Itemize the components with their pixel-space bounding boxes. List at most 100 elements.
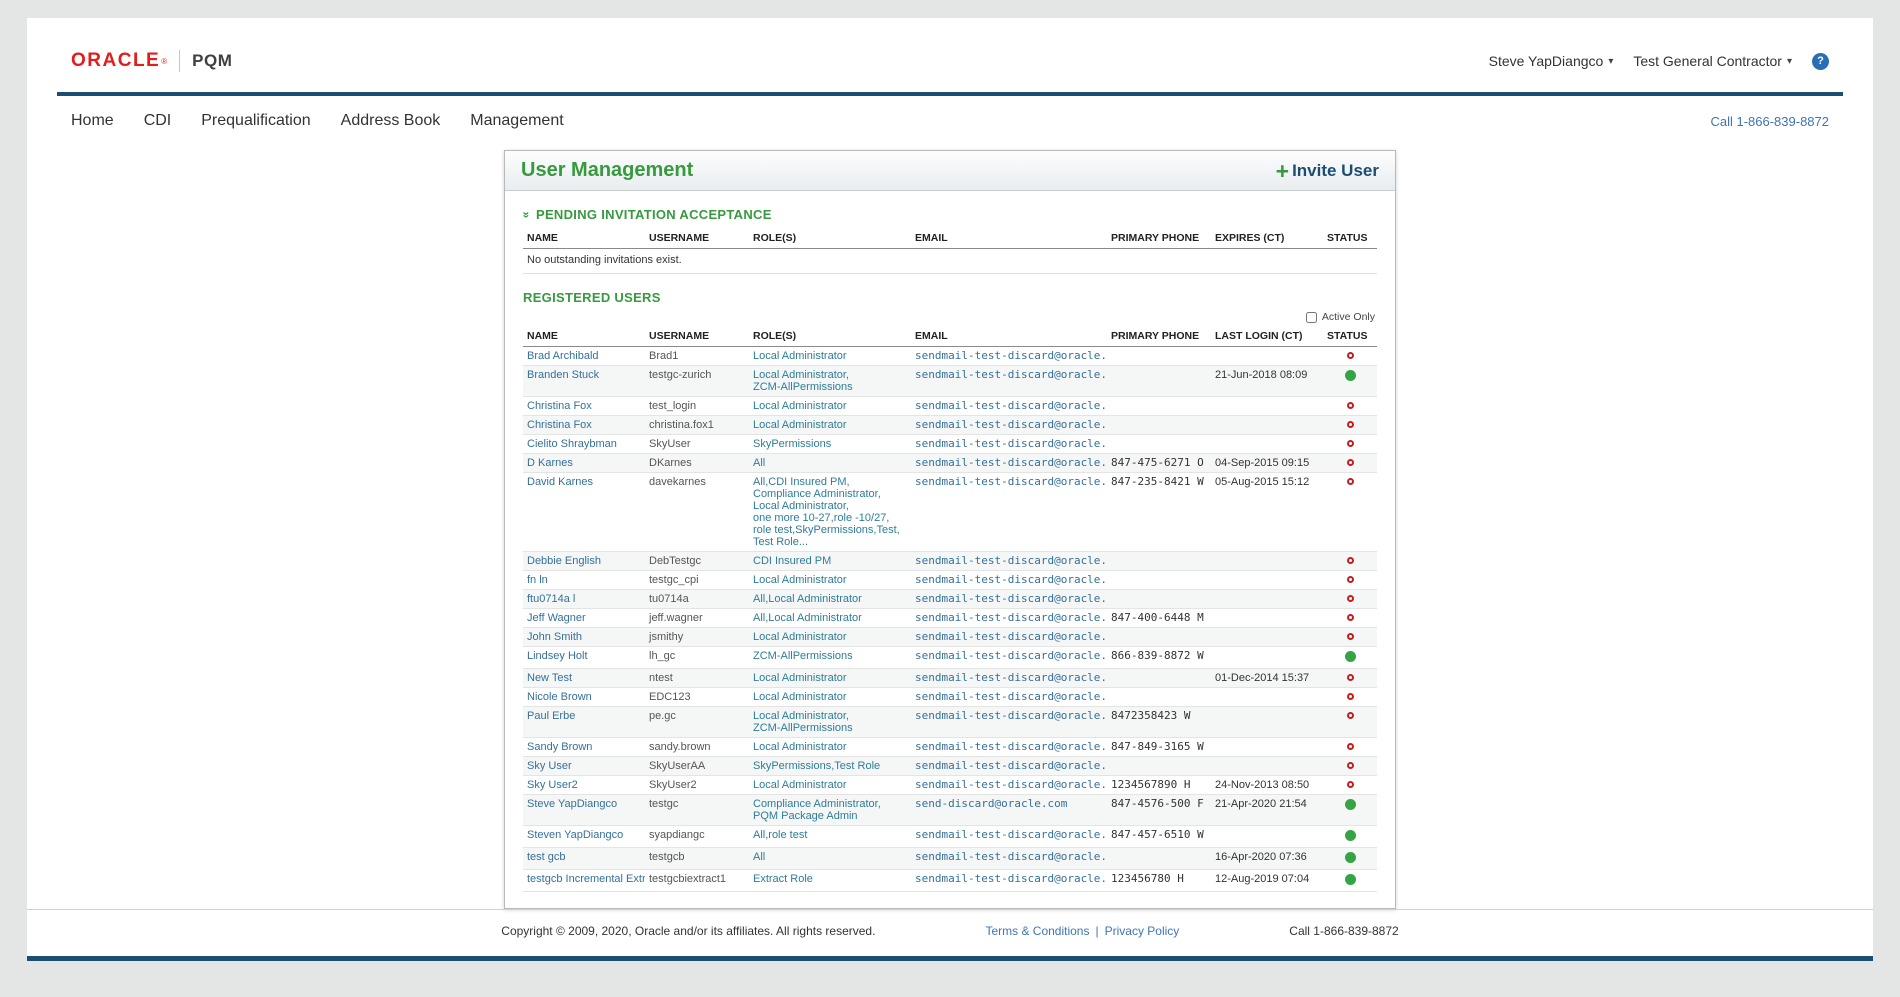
- username-cell: DebTestgc: [645, 552, 749, 571]
- roles-cell: CDI Insured PM: [749, 552, 911, 571]
- roles-cell: Local Administrator: [749, 669, 911, 688]
- user-name-cell[interactable]: Debbie English: [523, 552, 645, 571]
- pending-section-label: PENDING INVITATION ACCEPTANCE: [536, 207, 772, 222]
- table-row: Sandy Brownsandy.brownLocal Administrato…: [523, 738, 1377, 757]
- roles-cell: SkyPermissions,Test Role: [749, 757, 911, 776]
- username-cell: jeff.wagner: [645, 609, 749, 628]
- username-cell: christina.fox1: [645, 416, 749, 435]
- organization-menu[interactable]: Test General Contractor ▾: [1633, 53, 1792, 69]
- invite-user-button[interactable]: + Invite User: [1276, 161, 1379, 181]
- user-name-cell[interactable]: Jeff Wagner: [523, 609, 645, 628]
- username-cell: DKarnes: [645, 454, 749, 473]
- last-login-cell: [1211, 609, 1323, 628]
- inactive-status-icon: [1347, 762, 1354, 769]
- roles-cell: Local Administrator: [749, 571, 911, 590]
- column-header-name: NAME: [523, 326, 645, 347]
- table-row: Sky User2SkyUser2Local Administratorsend…: [523, 776, 1377, 795]
- app-name: PQM: [192, 51, 232, 71]
- status-cell: [1323, 397, 1377, 416]
- user-name-cell[interactable]: Sandy Brown: [523, 738, 645, 757]
- call-phone-link[interactable]: Call 1-866-839-8872: [1710, 114, 1829, 129]
- roles-cell: Local Administrator: [749, 688, 911, 707]
- user-name-cell[interactable]: David Karnes: [523, 473, 645, 552]
- table-row: Debbie EnglishDebTestgcCDI Insured PMsen…: [523, 552, 1377, 571]
- nav-item-management[interactable]: Management: [470, 112, 563, 130]
- column-header-email: EMAIL: [911, 326, 1107, 347]
- user-name-cell[interactable]: test gcb: [523, 848, 645, 870]
- table-header-row: NAME USERNAME ROLE(S) EMAIL PRIMARY PHON…: [523, 326, 1377, 347]
- status-cell: [1323, 416, 1377, 435]
- email-cell: sendmail-test-discard@oracle.com: [911, 473, 1107, 552]
- active-only-label: Active Only: [1322, 311, 1375, 323]
- username-cell: testgcb: [645, 848, 749, 870]
- user-name-cell[interactable]: fn ln: [523, 571, 645, 590]
- username-cell: syapdiangc: [645, 826, 749, 848]
- user-name-cell[interactable]: New Test: [523, 669, 645, 688]
- table-row: Nicole BrownEDC123Local Administratorsen…: [523, 688, 1377, 707]
- active-status-icon: [1345, 651, 1356, 662]
- table-row: Lindsey Holtlh_gcZCM-AllPermissionssendm…: [523, 647, 1377, 669]
- roles-cell: Local Administrator: [749, 738, 911, 757]
- phone-cell: 847-849-3165 W: [1107, 738, 1211, 757]
- user-name-cell[interactable]: Brad Archibald: [523, 347, 645, 366]
- help-icon[interactable]: ?: [1812, 53, 1829, 70]
- user-name-cell[interactable]: Christina Fox: [523, 416, 645, 435]
- user-name-cell[interactable]: D Karnes: [523, 454, 645, 473]
- user-name-cell[interactable]: ftu0714a l: [523, 590, 645, 609]
- brand: ORACLE ® PQM: [71, 50, 232, 72]
- status-cell: [1323, 669, 1377, 688]
- user-name-cell[interactable]: Steven YapDiangco: [523, 826, 645, 848]
- inactive-status-icon: [1347, 478, 1354, 485]
- roles-cell: Local Administrator: [749, 397, 911, 416]
- nav-item-home[interactable]: Home: [71, 112, 114, 130]
- email-cell: sendmail-test-discard@oracle.com: [911, 366, 1107, 397]
- nav-item-address-book[interactable]: Address Book: [341, 112, 441, 130]
- phone-cell: 847-400-6448 M: [1107, 609, 1211, 628]
- username-cell: testgcbiextract1: [645, 870, 749, 892]
- page-title: User Management: [521, 159, 693, 182]
- user-name-cell[interactable]: Cielito Shraybman: [523, 435, 645, 454]
- active-status-icon: [1345, 830, 1356, 841]
- privacy-link[interactable]: Privacy Policy: [1105, 924, 1180, 938]
- username-cell: testgc: [645, 795, 749, 826]
- last-login-cell: 21-Jun-2018 08:09: [1211, 366, 1323, 397]
- user-name-cell[interactable]: Christina Fox: [523, 397, 645, 416]
- pending-invitations-table: NAME USERNAME ROLE(S) EMAIL PRIMARY PHON…: [523, 228, 1377, 249]
- phone-cell: 8472358423 W: [1107, 707, 1211, 738]
- status-cell: [1323, 366, 1377, 397]
- email-cell: sendmail-test-discard@oracle.com: [911, 870, 1107, 892]
- user-name-cell[interactable]: Nicole Brown: [523, 688, 645, 707]
- user-menu[interactable]: Steve YapDiangco ▾: [1489, 53, 1614, 69]
- user-name-cell[interactable]: John Smith: [523, 628, 645, 647]
- username-cell: test_login: [645, 397, 749, 416]
- column-header-name: NAME: [523, 228, 645, 249]
- nav-item-prequalification[interactable]: Prequalification: [201, 112, 310, 130]
- table-row: Christina Foxtest_loginLocal Administrat…: [523, 397, 1377, 416]
- column-header-username: USERNAME: [645, 228, 749, 249]
- active-status-icon: [1345, 799, 1356, 810]
- terms-link[interactable]: Terms & Conditions: [985, 924, 1089, 938]
- user-name-cell[interactable]: Sky User2: [523, 776, 645, 795]
- user-name-cell[interactable]: Steve YapDiangco: [523, 795, 645, 826]
- table-row: fn lntestgc_cpiLocal Administratorsendma…: [523, 571, 1377, 590]
- user-name-cell[interactable]: Lindsey Holt: [523, 647, 645, 669]
- last-login-cell: 21-Apr-2020 21:54: [1211, 795, 1323, 826]
- active-only-checkbox[interactable]: [1306, 312, 1317, 323]
- last-login-cell: 05-Aug-2015 15:12: [1211, 473, 1323, 552]
- brand-divider: [179, 50, 180, 72]
- column-header-email: EMAIL: [911, 228, 1107, 249]
- status-cell: [1323, 795, 1377, 826]
- nav-item-cdi[interactable]: CDI: [144, 112, 172, 130]
- username-cell: Brad1: [645, 347, 749, 366]
- user-name-cell[interactable]: Sky User: [523, 757, 645, 776]
- phone-cell: 847-235-8421 W: [1107, 473, 1211, 552]
- user-name-cell[interactable]: Branden Stuck: [523, 366, 645, 397]
- user-name-cell[interactable]: testgcb Incremental Extr: [523, 870, 645, 892]
- collapse-icon[interactable]: »: [519, 211, 533, 218]
- user-name-cell[interactable]: Paul Erbe: [523, 707, 645, 738]
- roles-cell: Local Administrator, ZCM-AllPermissions: [749, 707, 911, 738]
- pending-section-title: » PENDING INVITATION ACCEPTANCE: [523, 207, 1377, 222]
- main-nav: Home CDI Prequalification Address Book M…: [27, 96, 1873, 140]
- phone-cell: 1234567890 H: [1107, 776, 1211, 795]
- table-row: John SmithjsmithyLocal Administratorsend…: [523, 628, 1377, 647]
